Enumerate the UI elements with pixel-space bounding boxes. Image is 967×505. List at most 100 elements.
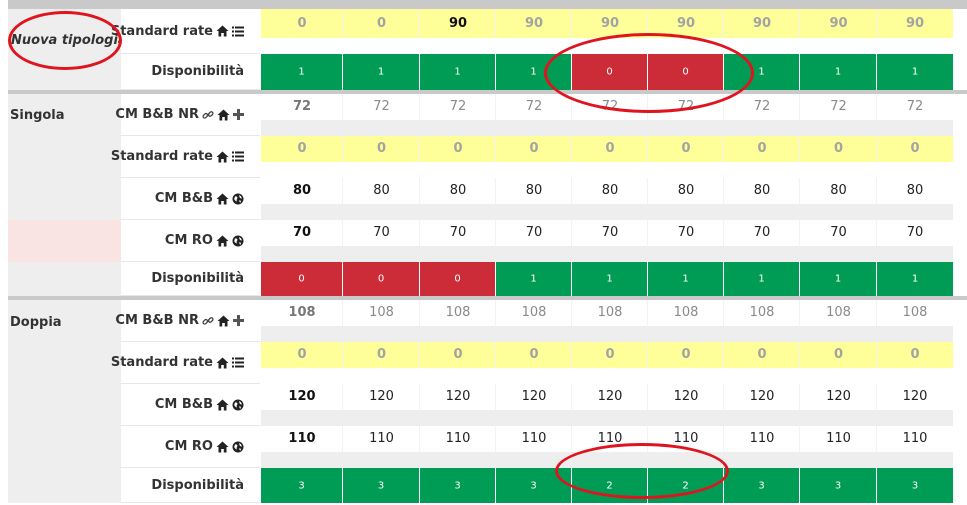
rate-cell[interactable]: 108 [724,300,800,342]
rate-cell[interactable]: 80 [343,178,420,220]
rate-cell[interactable]: 80 [877,178,953,220]
rate-cell[interactable]: 120 [572,384,648,426]
rate-cell[interactable]: 108 [572,300,648,342]
availability-cell[interactable]: 1 [877,262,953,296]
availability-cell[interactable]: 0 [343,262,420,296]
list-icon[interactable] [232,26,244,37]
plus-icon[interactable] [233,315,244,326]
rate-cell[interactable]: 120 [724,384,800,426]
availability-cell[interactable]: 1 [800,54,877,90]
rate-cell[interactable]: 108 [800,300,877,342]
rate-cell[interactable]: 72 [800,94,877,136]
availability-cell[interactable]: 1 [343,54,420,90]
rate-cell[interactable]: 108 [648,300,724,342]
rate-cell[interactable]: 90 [724,9,800,54]
rate-cell[interactable]: 80 [572,178,648,220]
rate-cell[interactable]: 108 [343,300,420,342]
rate-cell[interactable]: 80 [800,178,877,220]
rate-cell[interactable]: 0 [343,9,420,54]
rate-cell[interactable]: 0 [877,342,953,384]
rate-cell[interactable]: 72 [343,94,420,136]
rate-cell[interactable]: 0 [261,136,343,178]
rate-cell[interactable]: 0 [877,136,953,178]
rate-cell[interactable]: 72 [877,94,953,136]
availability-cell[interactable]: 1 [496,262,572,296]
rate-cell[interactable]: 120 [420,384,496,426]
rate-cell[interactable]: 70 [343,220,420,262]
rate-cell[interactable]: 120 [261,384,343,426]
rate-cell[interactable]: 70 [877,220,953,262]
availability-cell[interactable]: 0 [261,262,343,296]
rate-cell[interactable]: 90 [496,9,572,54]
list-icon[interactable] [232,151,244,162]
availability-cell[interactable]: 3 [420,468,496,503]
rate-cell[interactable]: 0 [420,136,496,178]
availability-cell[interactable]: 2 [648,468,724,503]
rate-cell[interactable]: 70 [261,220,343,262]
rate-cell[interactable]: 70 [800,220,877,262]
link-icon[interactable] [202,315,214,327]
rate-cell[interactable]: 72 [420,94,496,136]
plus-icon[interactable] [233,109,244,120]
rate-cell[interactable]: 120 [496,384,572,426]
rate-cell[interactable]: 110 [420,426,496,468]
rate-cell[interactable]: 72 [496,94,572,136]
availability-cell[interactable]: 0 [572,54,648,90]
rate-cell[interactable]: 70 [572,220,648,262]
rate-cell[interactable]: 110 [261,426,343,468]
availability-cell[interactable]: 3 [724,468,800,503]
availability-cell[interactable]: 0 [648,54,724,90]
rate-cell[interactable]: 120 [648,384,724,426]
rate-cell[interactable]: 72 [648,94,724,136]
rate-cell[interactable]: 0 [343,136,420,178]
rate-cell[interactable]: 120 [343,384,420,426]
rate-cell[interactable]: 0 [572,136,648,178]
link-icon[interactable] [202,109,214,121]
availability-cell[interactable]: 1 [496,54,572,90]
globe-icon[interactable] [232,193,244,205]
availability-cell[interactable]: 3 [800,468,877,503]
availability-cell[interactable]: 2 [572,468,648,503]
rate-cell[interactable]: 0 [420,342,496,384]
availability-cell[interactable]: 1 [420,54,496,90]
rate-cell[interactable]: 70 [420,220,496,262]
rate-cell[interactable]: 72 [572,94,648,136]
globe-icon[interactable] [232,399,244,411]
availability-cell[interactable]: 3 [343,468,420,503]
rate-cell[interactable]: 90 [420,9,496,54]
availability-cell[interactable]: 1 [800,262,877,296]
rate-cell[interactable]: 70 [724,220,800,262]
rate-cell[interactable]: 72 [261,94,343,136]
rate-cell[interactable]: 90 [800,9,877,54]
availability-cell[interactable]: 1 [572,262,648,296]
availability-cell[interactable]: 0 [420,262,496,296]
rate-cell[interactable]: 0 [648,342,724,384]
rate-cell[interactable]: 0 [724,342,800,384]
availability-cell[interactable]: 3 [877,468,953,503]
rate-cell[interactable]: 0 [800,342,877,384]
list-icon[interactable] [232,357,244,368]
rate-cell[interactable]: 80 [724,178,800,220]
rate-cell[interactable]: 0 [572,342,648,384]
rate-cell[interactable]: 80 [420,178,496,220]
availability-cell[interactable]: 1 [648,262,724,296]
rate-cell[interactable]: 90 [648,9,724,54]
rate-cell[interactable]: 0 [496,342,572,384]
availability-cell[interactable]: 1 [877,54,953,90]
availability-cell[interactable]: 1 [261,54,343,90]
rate-cell[interactable]: 80 [648,178,724,220]
rate-cell[interactable]: 70 [496,220,572,262]
rate-cell[interactable]: 110 [648,426,724,468]
rate-cell[interactable]: 90 [877,9,953,54]
rate-cell[interactable]: 108 [261,300,343,342]
rate-cell[interactable]: 90 [572,9,648,54]
rate-cell[interactable]: 0 [724,136,800,178]
rate-cell[interactable]: 110 [800,426,877,468]
rate-cell[interactable]: 108 [496,300,572,342]
rate-cell[interactable]: 110 [724,426,800,468]
rate-cell[interactable]: 110 [572,426,648,468]
availability-cell[interactable]: 1 [724,54,800,90]
rate-cell[interactable]: 0 [648,136,724,178]
rate-cell[interactable]: 0 [800,136,877,178]
availability-cell[interactable]: 1 [724,262,800,296]
